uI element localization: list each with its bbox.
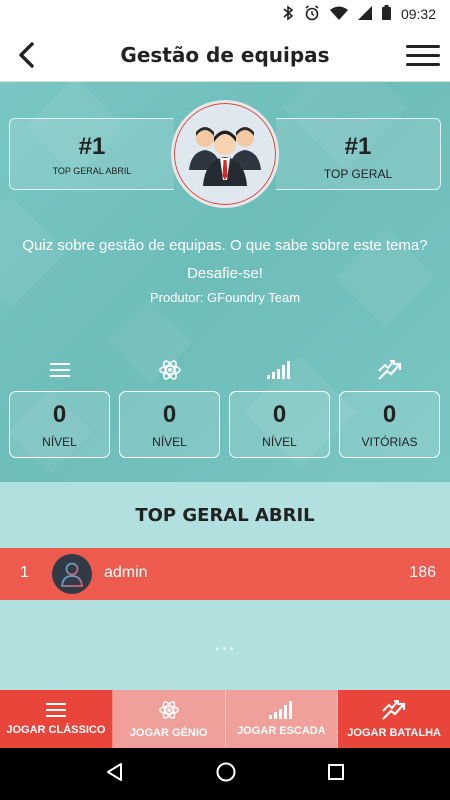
stat-label: NÍVEL <box>42 435 77 449</box>
stat-card-genius: 0 NÍVEL <box>119 391 220 458</box>
bottom-nav: JOGAR CLÁSSICO JOGAR GÉNIO JOGAR ESCADA … <box>0 690 450 748</box>
leaderboard-position: 1 <box>20 564 29 581</box>
wifi-icon <box>329 6 348 23</box>
play-genius-label: JOGAR GÉNIO <box>129 727 208 739</box>
atom-icon <box>158 358 182 382</box>
user-avatar-icon <box>52 554 92 594</box>
leaderboard-username: admin <box>104 564 148 581</box>
leaderboard-title-bar: TOP GERAL ABRIL <box>0 482 450 548</box>
back-triangle-icon[interactable] <box>105 762 125 787</box>
rank-overall-value: #1 <box>344 133 372 160</box>
stat-value: 0 <box>52 401 67 428</box>
stat-value: 0 <box>382 401 397 428</box>
recents-square-icon[interactable] <box>327 763 345 786</box>
team-people-icon <box>189 127 261 186</box>
stat-card-classic: 0 NÍVEL <box>9 391 110 458</box>
play-ladder-button[interactable]: JOGAR ESCADA <box>225 690 339 748</box>
play-classic-button[interactable]: JOGAR CLÁSSICO <box>0 690 113 748</box>
status-time: 09:32 <box>400 6 436 22</box>
app-bar: Gestão de equipas <box>0 28 450 82</box>
hamburger-menu-icon[interactable] <box>406 38 440 72</box>
home-circle-icon[interactable] <box>215 761 237 788</box>
stat-value: 0 <box>272 401 287 428</box>
play-battle-button[interactable]: JOGAR BATALHA <box>338 690 450 748</box>
trending-arrows-icon <box>378 358 402 382</box>
system-nav-bar <box>0 748 450 800</box>
rank-month-label: TOP GERAL ABRIL <box>52 166 132 176</box>
stat-label: NÍVEL <box>152 435 187 449</box>
stat-label: NÍVEL <box>262 435 297 449</box>
play-classic-label: JOGAR CLÁSSICO <box>6 724 106 736</box>
alarm-icon <box>304 4 320 24</box>
status-bar: 09:32 <box>0 0 450 28</box>
list-icon <box>48 358 72 382</box>
play-genius-button[interactable]: JOGAR GÉNIO <box>112 690 226 748</box>
stat-card-ladder: 0 NÍVEL <box>229 391 330 458</box>
quiz-avatar <box>171 100 279 208</box>
trending-arrows-icon <box>382 700 406 720</box>
rank-month-box: #1 TOP GERAL ABRIL <box>9 118 174 190</box>
rank-overall-box: #1 TOP GERAL <box>276 118 441 190</box>
staircase-bars-icon <box>269 701 293 719</box>
stat-label: VITÓRIAS <box>361 435 418 449</box>
page-title: Gestão de equipas <box>120 42 330 67</box>
signal-icon <box>357 5 372 23</box>
atom-icon <box>158 701 179 719</box>
back-arrow-icon[interactable] <box>8 36 46 74</box>
leaderboard-more[interactable]: ... <box>0 600 450 690</box>
leaderboard-row[interactable]: 1 admin 186 <box>0 548 450 600</box>
stat-card-battle: 0 VITÓRIAS <box>339 391 440 458</box>
rank-overall-label: TOP GERAL <box>323 167 393 181</box>
leaderboard-title: TOP GERAL ABRIL <box>135 504 315 526</box>
play-ladder-label: JOGAR ESCADA <box>237 725 326 737</box>
list-icon <box>45 703 66 717</box>
staircase-bars-icon <box>267 358 291 382</box>
rank-month-value: #1 <box>78 133 106 160</box>
bluetooth-icon <box>282 4 294 24</box>
stat-value: 0 <box>162 401 177 428</box>
play-battle-label: JOGAR BATALHA <box>347 727 441 739</box>
battery-icon <box>381 5 391 23</box>
quiz-description: Quiz sobre gestão de equipas. O que sabe… <box>22 237 428 282</box>
more-ellipsis: ... <box>214 630 236 655</box>
leaderboard-score: 186 <box>409 564 436 581</box>
quiz-producer: Produtor: GFoundry Team <box>149 290 301 305</box>
